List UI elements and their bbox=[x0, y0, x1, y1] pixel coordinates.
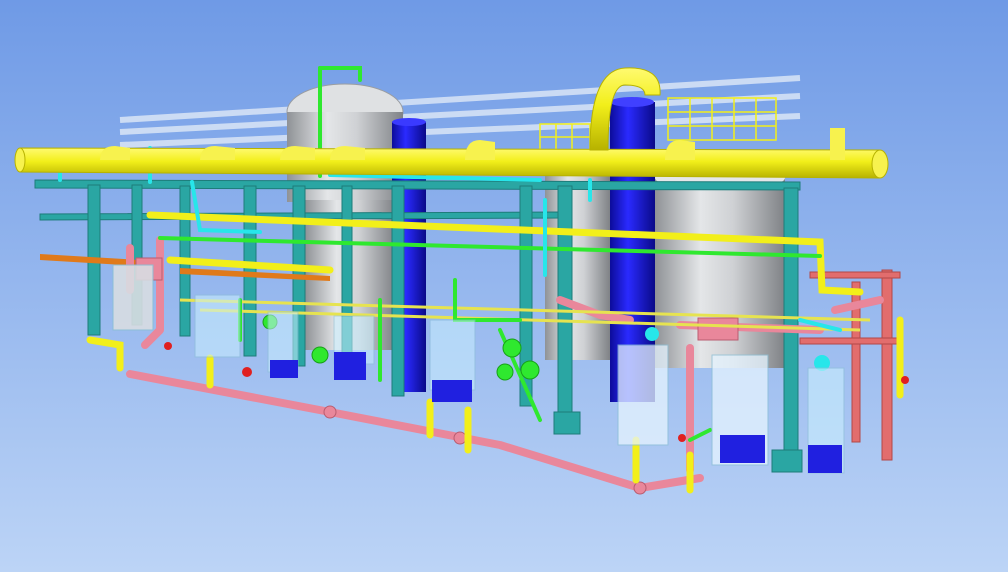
grey-vertical-vessel-right[interactable] bbox=[545, 166, 785, 368]
piping-3d-scene[interactable] bbox=[0, 0, 1008, 572]
plant-model-viewport[interactable] bbox=[0, 0, 1008, 572]
